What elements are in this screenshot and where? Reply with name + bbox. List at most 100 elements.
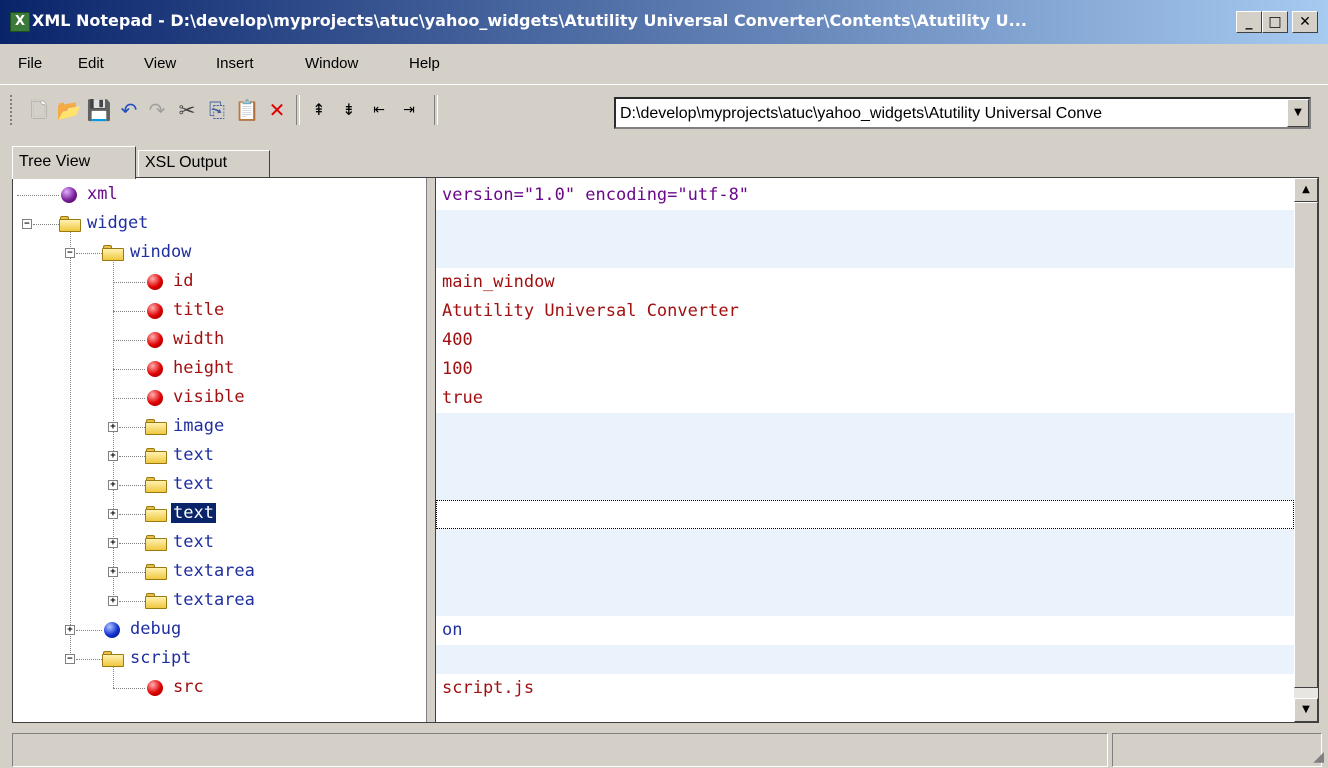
tree-node-label[interactable]: id: [173, 271, 193, 291]
tree-node-label[interactable]: title: [173, 300, 224, 320]
collapse-toggle[interactable]: −: [22, 219, 32, 229]
value-row[interactable]: [436, 529, 1294, 558]
menu-help[interactable]: Help: [409, 55, 440, 72]
redo-icon[interactable]: ↷: [144, 97, 170, 123]
node-value[interactable]: version="1.0" encoding="utf-8": [442, 185, 749, 205]
expand-toggle[interactable]: +: [108, 451, 118, 461]
cut-icon[interactable]: ✂: [174, 97, 200, 123]
open-icon[interactable]: 📂: [56, 97, 82, 123]
attribute-ball-icon: [147, 361, 163, 377]
menu-file[interactable]: File: [18, 55, 42, 72]
nudge-down-icon[interactable]: ⇟: [336, 97, 362, 123]
node-value[interactable]: on: [442, 620, 462, 640]
tree-connector: [119, 485, 145, 486]
title-bar[interactable]: X XML Notepad - D:\develop\myprojects\at…: [0, 0, 1328, 44]
expand-toggle[interactable]: +: [108, 538, 118, 548]
tree-node-label[interactable]: text: [173, 445, 214, 465]
expand-toggle[interactable]: +: [108, 480, 118, 490]
value-row[interactable]: [436, 239, 1294, 268]
scroll-down-button[interactable]: ▼: [1294, 698, 1318, 722]
scroll-thumb[interactable]: [1294, 202, 1318, 688]
toolbar-grip[interactable]: [10, 95, 14, 125]
tree-view-panel: xml − widget − window id title width height visib…: [12, 177, 1319, 723]
value-row[interactable]: Atutility Universal Converter: [436, 297, 1294, 326]
value-row[interactable]: main_window: [436, 268, 1294, 297]
tree-node-label[interactable]: textarea: [173, 561, 255, 581]
value-row[interactable]: [436, 500, 1294, 529]
value-row[interactable]: 100: [436, 355, 1294, 384]
collapse-toggle[interactable]: −: [65, 654, 75, 664]
tree-node-label[interactable]: text: [173, 532, 214, 552]
tree-node-label[interactable]: height: [173, 358, 234, 378]
tree-node-label[interactable]: text: [173, 474, 214, 494]
scroll-up-button[interactable]: ▲: [1294, 178, 1318, 202]
value-row[interactable]: [436, 645, 1294, 674]
node-value[interactable]: true: [442, 388, 483, 408]
tree-node-label[interactable]: script: [130, 648, 191, 668]
expand-toggle[interactable]: +: [108, 596, 118, 606]
tree-node-label[interactable]: width: [173, 329, 224, 349]
tree-node-label[interactable]: xml: [87, 184, 118, 204]
node-value[interactable]: 400: [442, 330, 473, 350]
folder-icon: [145, 506, 167, 522]
tree-node-label[interactable]: image: [173, 416, 224, 436]
tree-connector: [113, 311, 145, 312]
tree-connector: [119, 427, 145, 428]
expand-toggle[interactable]: +: [108, 422, 118, 432]
pane-splitter[interactable]: [426, 178, 436, 722]
file-path-combo[interactable]: D:\develop\myprojects\atuc\yahoo_widgets…: [614, 97, 1311, 129]
file-path-text[interactable]: D:\develop\myprojects\atuc\yahoo_widgets…: [620, 105, 1285, 123]
value-row[interactable]: 400: [436, 326, 1294, 355]
tab-xsl-output[interactable]: XSL Output: [138, 150, 270, 178]
value-row[interactable]: true: [436, 384, 1294, 413]
value-grid[interactable]: version="1.0" encoding="utf-8" main_windo…: [436, 178, 1294, 722]
collapse-toggle[interactable]: −: [65, 248, 75, 258]
tree-node-label[interactable]: src: [173, 677, 204, 697]
nudge-left-icon[interactable]: ⇤: [366, 97, 392, 123]
value-row[interactable]: script.js: [436, 674, 1294, 703]
value-row[interactable]: [436, 587, 1294, 616]
close-button[interactable]: ✕: [1292, 11, 1318, 33]
value-row[interactable]: version="1.0" encoding="utf-8": [436, 181, 1294, 210]
value-row[interactable]: [436, 471, 1294, 500]
toolbar-separator: [296, 95, 300, 125]
delete-icon[interactable]: ✕: [264, 97, 290, 123]
value-row[interactable]: [436, 413, 1294, 442]
expand-toggle[interactable]: +: [65, 625, 75, 635]
tab-tree-view[interactable]: Tree View: [12, 146, 136, 179]
node-tree[interactable]: xml − widget − window id title width height visib…: [13, 178, 426, 722]
vertical-scrollbar[interactable]: ▲ ▼: [1294, 178, 1318, 722]
tree-node-label[interactable]: textarea: [173, 590, 255, 610]
nudge-right-icon[interactable]: ⇥: [396, 97, 422, 123]
value-row[interactable]: [436, 442, 1294, 471]
menu-view[interactable]: View: [144, 55, 176, 72]
value-row[interactable]: [436, 558, 1294, 587]
paste-icon[interactable]: 📋: [234, 97, 260, 123]
copy-icon[interactable]: ⎘: [204, 97, 230, 123]
new-icon[interactable]: 🗋: [26, 97, 52, 123]
menu-edit[interactable]: Edit: [78, 55, 104, 72]
node-value[interactable]: 100: [442, 359, 473, 379]
tree-node-label[interactable]: window: [130, 242, 191, 262]
tree-node-label[interactable]: debug: [130, 619, 181, 639]
tree-node-label[interactable]: text: [171, 503, 216, 523]
expand-toggle[interactable]: +: [108, 567, 118, 577]
node-value[interactable]: main_window: [442, 272, 555, 292]
tree-node-label[interactable]: visible: [173, 387, 245, 407]
value-row[interactable]: [436, 210, 1294, 239]
resize-grip-icon[interactable]: ◢: [1313, 749, 1324, 765]
tree-node-label[interactable]: widget: [87, 213, 148, 233]
menu-window[interactable]: Window: [305, 55, 358, 72]
node-value[interactable]: Atutility Universal Converter: [442, 301, 739, 321]
nudge-up-icon[interactable]: ⇞: [306, 97, 332, 123]
chevron-down-icon[interactable]: ▼: [1287, 99, 1309, 127]
folder-icon: [145, 564, 167, 580]
minimize-button[interactable]: _: [1236, 11, 1262, 33]
node-value[interactable]: script.js: [442, 678, 534, 698]
save-icon[interactable]: 💾: [86, 97, 112, 123]
undo-icon[interactable]: ↶: [116, 97, 142, 123]
expand-toggle[interactable]: +: [108, 509, 118, 519]
value-row[interactable]: on: [436, 616, 1294, 645]
menu-insert[interactable]: Insert: [216, 55, 254, 72]
maximize-button[interactable]: □: [1262, 11, 1288, 33]
